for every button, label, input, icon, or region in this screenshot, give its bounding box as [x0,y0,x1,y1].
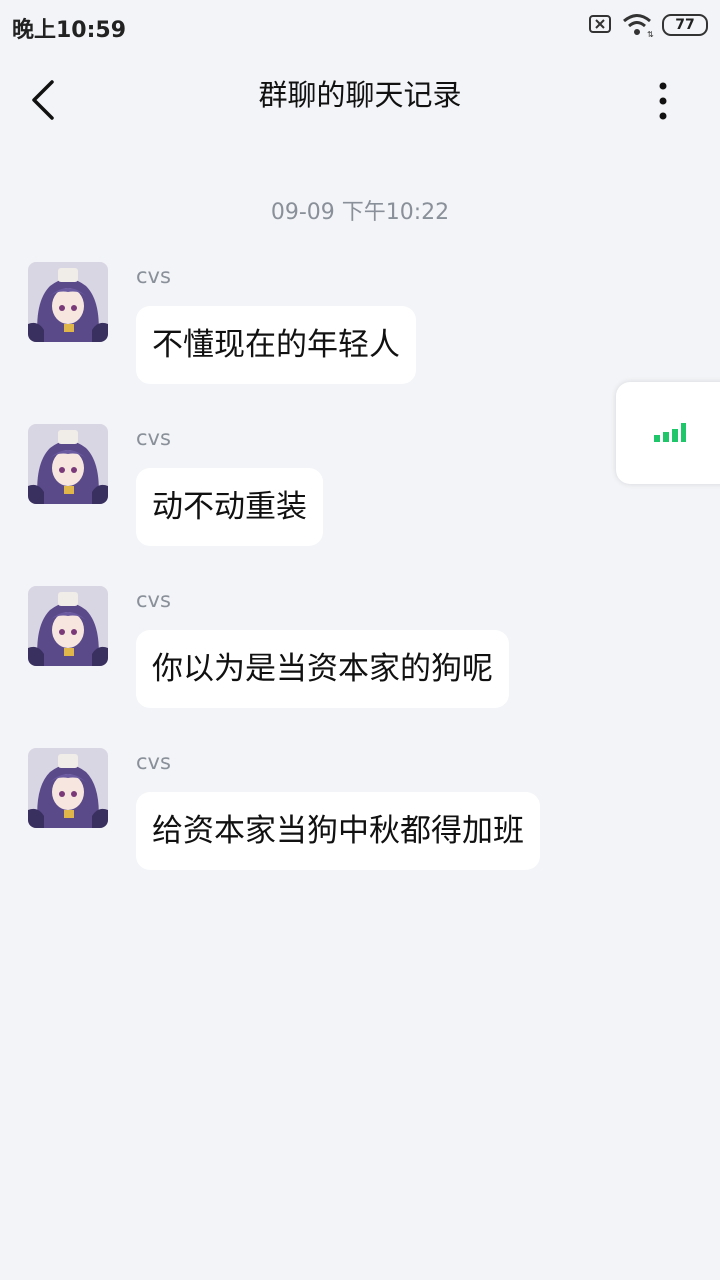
chat-history-page: 晚上10:59 ⇅ 77 群聊的聊天记录 09-09 下午10:22 cvs 不… [0,0,720,1280]
svg-text:⇅: ⇅ [647,30,654,38]
page-title: 群聊的聊天记录 [258,78,462,112]
avatar[interactable] [28,424,108,504]
sender-name: cvs [136,588,171,612]
chat-message: cvs 不懂现在的年轻人 [0,262,720,402]
close-box-icon [589,15,611,33]
wifi-icon: ⇅ [622,12,656,42]
chat-message: cvs 你以为是当资本家的狗呢 [0,586,720,726]
avatar[interactable] [28,748,108,828]
floating-signal-widget[interactable] [616,382,720,484]
sender-name: cvs [136,264,171,288]
avatar[interactable] [28,262,108,342]
chat-timestamp: 09-09 下午10:22 [270,200,450,225]
more-button[interactable] [648,80,678,124]
battery-icon: 77 [662,14,708,36]
sender-name: cvs [136,750,171,774]
more-vertical-icon [659,82,667,120]
chat-message: cvs 给资本家当狗中秋都得加班 [0,748,720,888]
message-bubble[interactable]: 动不动重装 [136,468,323,546]
status-time: 晚上10:59 [12,18,127,43]
status-bar: 晚上10:59 ⇅ 77 [0,0,720,52]
message-bubble[interactable]: 不懂现在的年轻人 [136,306,416,384]
avatar[interactable] [28,586,108,666]
message-bubble[interactable]: 给资本家当狗中秋都得加班 [136,792,540,870]
message-bubble[interactable]: 你以为是当资本家的狗呢 [136,630,509,708]
header: 群聊的聊天记录 [0,52,720,148]
chat-message: cvs 动不动重装 [0,424,720,564]
sender-name: cvs [136,426,171,450]
signal-bars-icon [654,423,686,442]
